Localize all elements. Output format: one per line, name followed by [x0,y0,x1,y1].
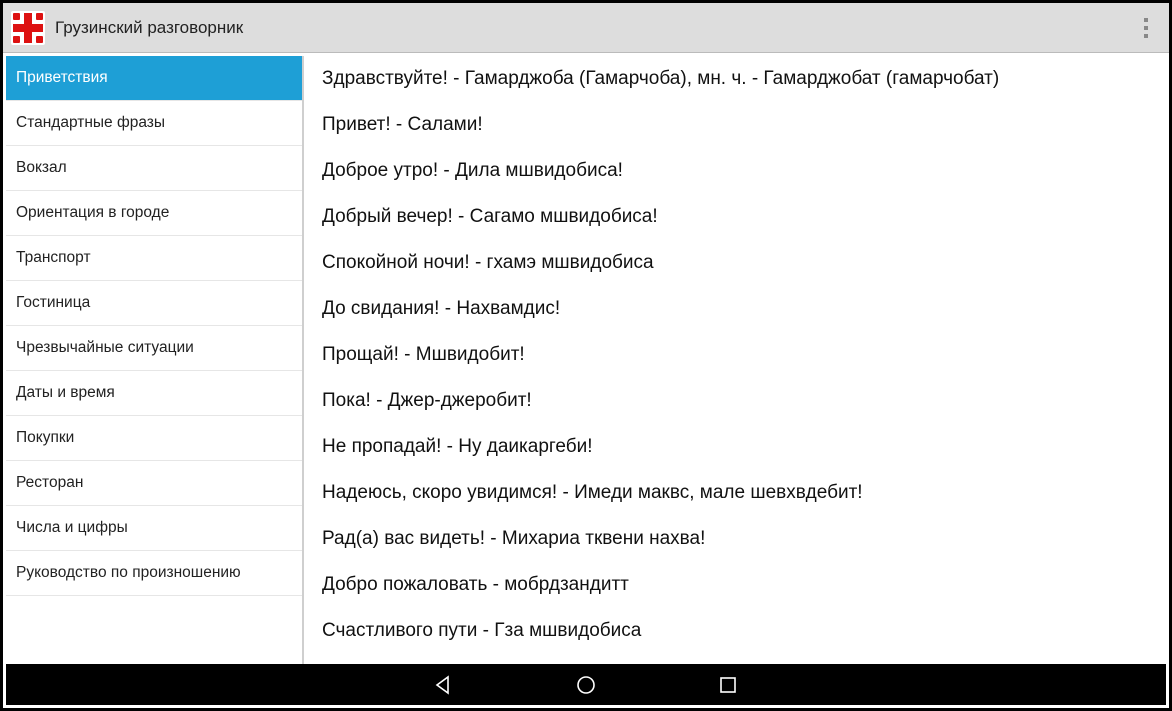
sidebar-item-4[interactable]: Транспорт [6,236,302,281]
recent-apps-button[interactable] [717,674,739,696]
phrase-item[interactable]: Счастливого пути - Гза мшвидобиса [322,608,1166,654]
sidebar-item-10[interactable]: Числа и цифры [6,506,302,551]
overflow-menu-button[interactable] [1131,8,1161,48]
content-area: ПриветствияСтандартные фразыВокзалОриент… [6,56,1166,664]
sidebar-item-5[interactable]: Гостиница [6,281,302,326]
phrase-item[interactable]: Не пропадай! - Ну даикаргеби! [322,424,1166,470]
phrase-item[interactable]: Пока! - Джер-джеробит! [322,378,1166,424]
phrase-item[interactable]: До свидания! - Нахвамдис! [322,286,1166,332]
recent-icon [719,676,737,694]
sidebar-item-8[interactable]: Покупки [6,416,302,461]
back-icon [434,675,454,695]
app-title: Грузинский разговорник [55,18,1131,38]
georgian-flag-icon [11,11,45,45]
sidebar-item-9[interactable]: Ресторан [6,461,302,506]
phrase-item[interactable]: Спокойной ночи! - гхамэ мшвидобиса [322,240,1166,286]
category-sidebar[interactable]: ПриветствияСтандартные фразыВокзалОриент… [6,56,304,664]
home-icon [575,674,597,696]
phrase-item[interactable]: Доброе утро! - Дила мшвидобиса! [322,148,1166,194]
android-nav-bar [6,664,1166,705]
device-frame: Грузинский разговорник ПриветствияСтанда… [0,0,1172,711]
sidebar-item-11[interactable]: Руководство по произношению [6,551,302,596]
sidebar-item-3[interactable]: Ориентация в городе [6,191,302,236]
phrase-item[interactable]: Рад(а) вас видеть! - Михариа тквени нахв… [322,516,1166,562]
phrase-list[interactable]: Здравствуйте! - Гамарджоба (Гамарчоба), … [304,56,1166,664]
sidebar-item-0[interactable]: Приветствия [6,56,302,101]
phrase-item[interactable]: Прощай! - Мшвидобит! [322,332,1166,378]
phrase-item[interactable]: Добрый вечер! - Сагамо мшвидобиса! [322,194,1166,240]
home-button[interactable] [575,674,597,696]
back-button[interactable] [433,674,455,696]
sidebar-item-7[interactable]: Даты и время [6,371,302,416]
phrase-item[interactable]: Добро пожаловать - мобрдзандитт [322,562,1166,608]
action-bar: Грузинский разговорник [3,3,1169,53]
phrase-item[interactable]: Здравствуйте! - Гамарджоба (Гамарчоба), … [322,56,1166,102]
sidebar-item-6[interactable]: Чрезвычайные ситуации [6,326,302,371]
sidebar-item-2[interactable]: Вокзал [6,146,302,191]
overflow-menu-icon [1144,18,1148,22]
phrase-item[interactable]: Привет! - Салами! [322,102,1166,148]
sidebar-item-1[interactable]: Стандартные фразы [6,101,302,146]
phrase-item[interactable]: Надеюсь, скоро увидимся! - Имеди маквс, … [322,470,1166,516]
